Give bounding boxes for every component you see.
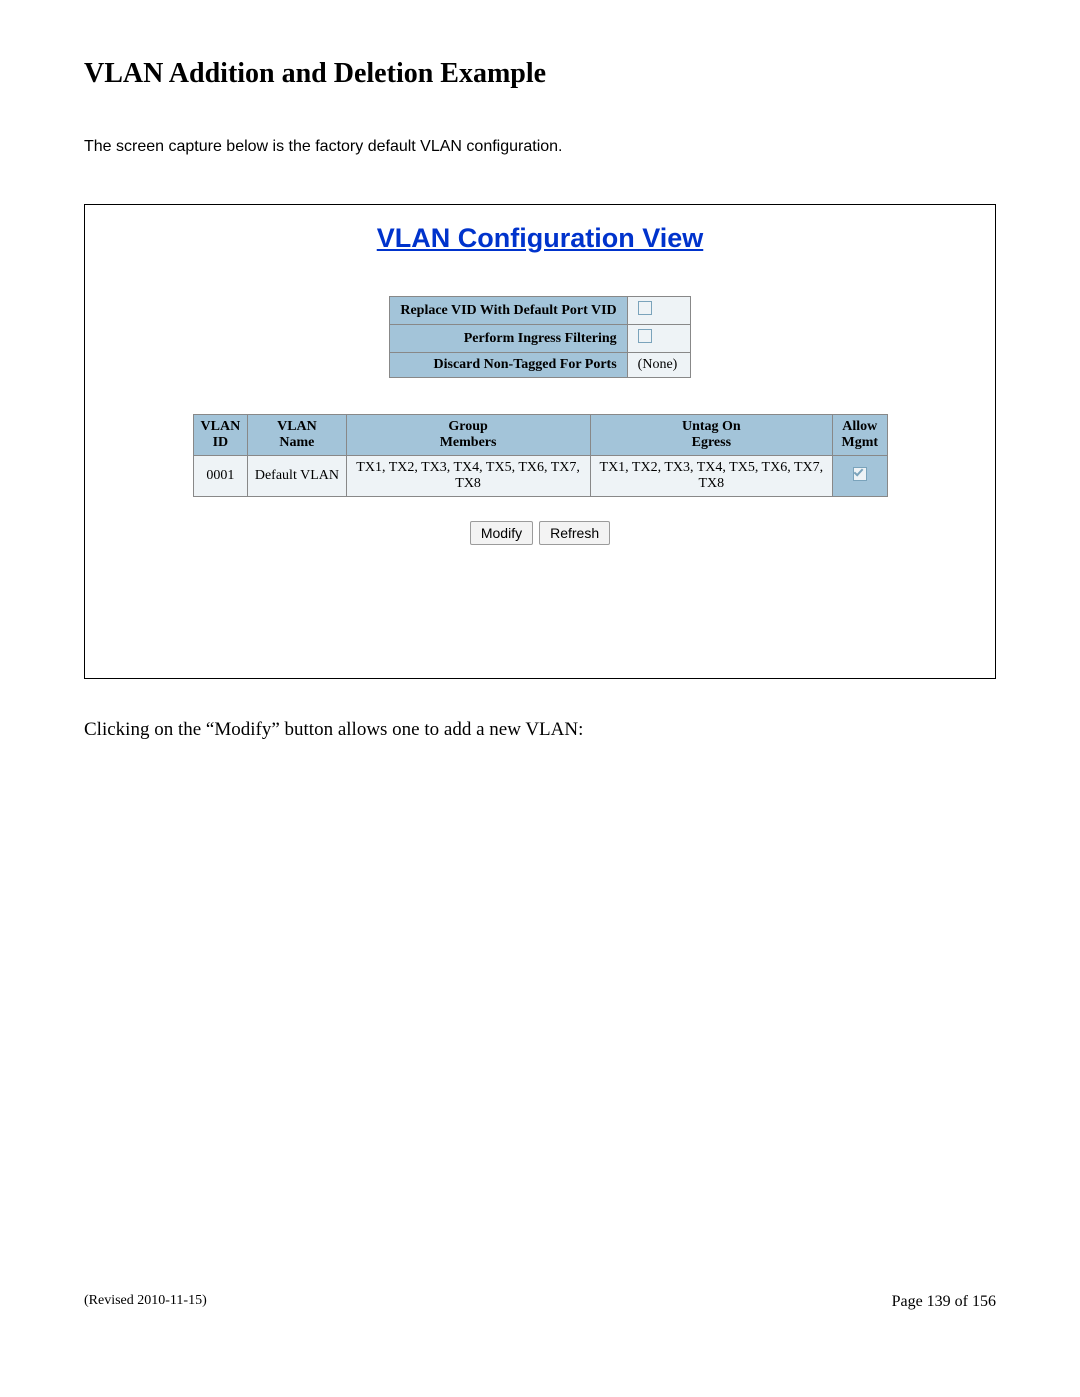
screenshot-title: VLAN Configuration View xyxy=(105,223,975,254)
setting-row-discard: Discard Non-Tagged For Ports (None) xyxy=(390,353,690,378)
replace-vid-value xyxy=(627,297,690,325)
checkbox-icon[interactable] xyxy=(638,329,652,343)
table-row: 0001 Default VLAN TX1, TX2, TX3, TX4, TX… xyxy=(193,456,887,497)
replace-vid-label: Replace VID With Default Port VID xyxy=(390,297,627,325)
checkbox-icon[interactable] xyxy=(638,301,652,315)
cell-id: 0001 xyxy=(193,456,248,497)
outtro-text: Clicking on the “Modify” button allows o… xyxy=(84,719,996,741)
intro-text: The screen capture below is the factory … xyxy=(84,138,996,156)
checkbox-checked-icon[interactable] xyxy=(853,467,867,481)
cell-name: Default VLAN xyxy=(248,456,346,497)
discard-label: Discard Non-Tagged For Ports xyxy=(390,353,627,378)
cell-allow xyxy=(833,456,887,497)
modify-button[interactable]: Modify xyxy=(470,521,533,545)
col-allow: AllowMgmt xyxy=(833,415,887,456)
col-untag: Untag OnEgress xyxy=(590,415,832,456)
vlan-table: VLANID VLANName GroupMembers Untag OnEgr… xyxy=(193,414,888,497)
button-row: Modify Refresh xyxy=(105,521,975,545)
discard-value: (None) xyxy=(627,353,690,378)
setting-row-replace-vid: Replace VID With Default Port VID xyxy=(390,297,690,325)
col-group: GroupMembers xyxy=(346,415,590,456)
ingress-value xyxy=(627,325,690,353)
table-header-row: VLANID VLANName GroupMembers Untag OnEgr… xyxy=(193,415,887,456)
cell-untag: TX1, TX2, TX3, TX4, TX5, TX6, TX7, TX8 xyxy=(590,456,832,497)
col-name: VLANName xyxy=(248,415,346,456)
footer: (Revised 2010-11-15) Page 139 of 156 xyxy=(84,1293,996,1311)
page-number: Page 139 of 156 xyxy=(892,1293,996,1311)
setting-row-ingress: Perform Ingress Filtering xyxy=(390,325,690,353)
revised-label: (Revised 2010-11-15) xyxy=(84,1293,207,1311)
page-title: VLAN Addition and Deletion Example xyxy=(84,58,996,90)
cell-group: TX1, TX2, TX3, TX4, TX5, TX6, TX7, TX8 xyxy=(346,456,590,497)
screenshot-frame: VLAN Configuration View Replace VID With… xyxy=(84,204,996,679)
settings-table: Replace VID With Default Port VID Perfor… xyxy=(389,296,690,378)
ingress-label: Perform Ingress Filtering xyxy=(390,325,627,353)
col-id: VLANID xyxy=(193,415,248,456)
refresh-button[interactable]: Refresh xyxy=(539,521,610,545)
